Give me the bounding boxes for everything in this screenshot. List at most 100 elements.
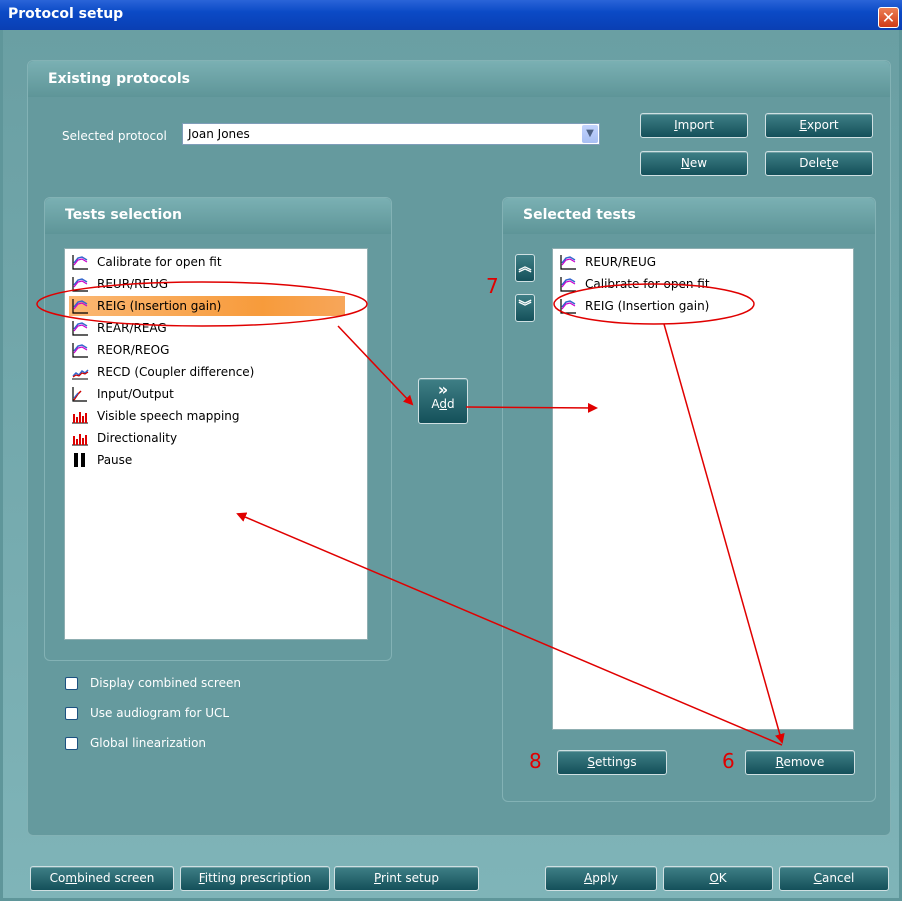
existing-protocols-heading: Existing protocols [48,71,190,87]
button-label: OK [709,871,726,885]
button-label: Print setup [374,871,439,885]
bar-chart-icon [71,408,89,424]
fitting-prescription-button[interactable]: Fitting prescription [180,866,330,891]
list-item-label: Directionality [97,431,178,445]
button-label-part: Co [49,871,66,885]
curve-chart-icon [71,276,89,292]
tests-selection-heading: Tests selection [65,207,182,223]
list-item-label: Pause [97,453,133,467]
button-label-part: xport [806,118,839,132]
button-label: Export [799,118,838,132]
button-mnemonic: S [587,755,595,769]
close-button[interactable]: ✕ [878,7,899,28]
button-label: Combined screen [50,871,155,885]
button-label-part: ew [689,156,708,170]
import-button[interactable]: Import [640,113,748,138]
list-item[interactable]: REOR/REOG [69,340,345,360]
option-label: Use audiogram for UCL [90,706,230,720]
selected-protocol-dropdown[interactable]: Joan Jones ▼ [182,123,600,145]
chevron-down-icon[interactable]: ▼ [582,125,598,143]
list-item[interactable]: REUR/REUG [557,252,837,272]
curve-chart-icon [71,342,89,358]
list-item-label: REUR/REUG [97,277,169,291]
list-item[interactable]: Calibrate for open fit [557,274,837,294]
button-label-part: emove [783,755,825,769]
button-mnemonic: d [439,397,447,411]
combined-screen-button[interactable]: Combined screen [30,866,174,891]
export-button[interactable]: Export [765,113,873,138]
cancel-button[interactable]: Cancel [779,866,889,891]
option-label: Global linearization [90,736,207,750]
list-item[interactable]: REUR/REUG [69,274,345,294]
ok-button[interactable]: OK [663,866,773,891]
button-mnemonic: E [799,118,807,132]
list-item[interactable]: REIG (Insertion gain) [69,296,345,316]
list-item-label: REUR/REUG [585,255,657,269]
selected-protocol-value: Joan Jones [188,127,250,141]
list-item[interactable]: Pause [69,450,345,470]
button-label: Remove [776,755,825,769]
button-mnemonic: N [680,156,690,170]
option-checkbox[interactable] [65,707,78,720]
button-label-part: rint setup [381,871,439,885]
button-label-part: e [831,156,839,170]
delete-button[interactable]: Delete [765,151,873,176]
list-item-label: REIG (Insertion gain) [585,299,710,313]
selected-protocol-label: Selected protocol [62,129,167,143]
list-item-label: REIG (Insertion gain) [97,299,222,313]
curve-chart-icon [71,320,89,336]
apply-button[interactable]: Apply [545,866,657,891]
button-label-part: itting prescription [204,871,312,885]
button-label-part: K [718,871,727,885]
move-up-button[interactable]: ︽ [515,254,535,282]
option-checkbox[interactable] [65,737,78,750]
button-label-part: pply [592,871,618,885]
list-item[interactable]: RECD (Coupler difference) [69,362,345,382]
double-chevron-down-icon: ︾ [518,300,532,315]
new-button[interactable]: New [640,151,748,176]
recd-chart-icon [71,364,89,380]
list-item-label: Visible speech mapping [97,409,240,423]
list-item[interactable]: Calibrate for open fit [69,252,345,272]
list-item[interactable]: REAR/REAG [69,318,345,338]
list-item-label: Calibrate for open fit [97,255,222,269]
list-item-label: RECD (Coupler difference) [97,365,255,379]
button-mnemonic: P [374,871,382,885]
button-label-part: ancel [822,871,855,885]
annotation-number-7: 7 [486,274,499,298]
list-item[interactable]: Visible speech mapping [69,406,345,426]
button-label: Cancel [814,871,855,885]
list-item[interactable]: Directionality [69,428,345,448]
button-label: New [681,156,707,170]
add-button[interactable]: » Add [418,378,468,424]
button-label-part: ettings [595,755,637,769]
button-label: Fitting prescription [199,871,312,885]
curve-chart-icon [559,298,577,314]
button-label: Import [674,118,714,132]
button-label-part: Dele [799,156,827,170]
move-down-button[interactable]: ︾ [515,294,535,322]
tests-selection-list[interactable]: Calibrate for open fit REUR/REUG REIG (Ins… [64,248,368,640]
button-mnemonic: C [813,871,823,885]
list-item-label: REOR/REOG [97,343,170,357]
button-label: Apply [584,871,618,885]
annotation-number-6: 6 [722,749,735,773]
curve-chart-icon [71,298,89,314]
list-item[interactable]: REIG (Insertion gain) [557,296,837,316]
option-label: Display combined screen [90,676,241,690]
settings-button[interactable]: Settings [557,750,667,775]
curve-chart-icon [559,254,577,270]
pause-icon [71,452,89,468]
button-label: Settings [587,755,636,769]
selected-tests-list[interactable]: REUR/REUG Calibrate for open fit REIG (Ins… [552,248,854,730]
button-label-part: d [447,397,455,411]
remove-button[interactable]: Remove [745,750,855,775]
button-label: Add [419,397,467,411]
window-title: Protocol setup [8,6,124,22]
double-chevron-right-icon: » [437,380,449,399]
print-setup-button[interactable]: Print setup [334,866,479,891]
option-checkbox[interactable] [65,677,78,690]
bar-chart-icon [71,430,89,446]
list-item[interactable]: Input/Output [69,384,345,404]
close-icon: ✕ [881,8,896,27]
